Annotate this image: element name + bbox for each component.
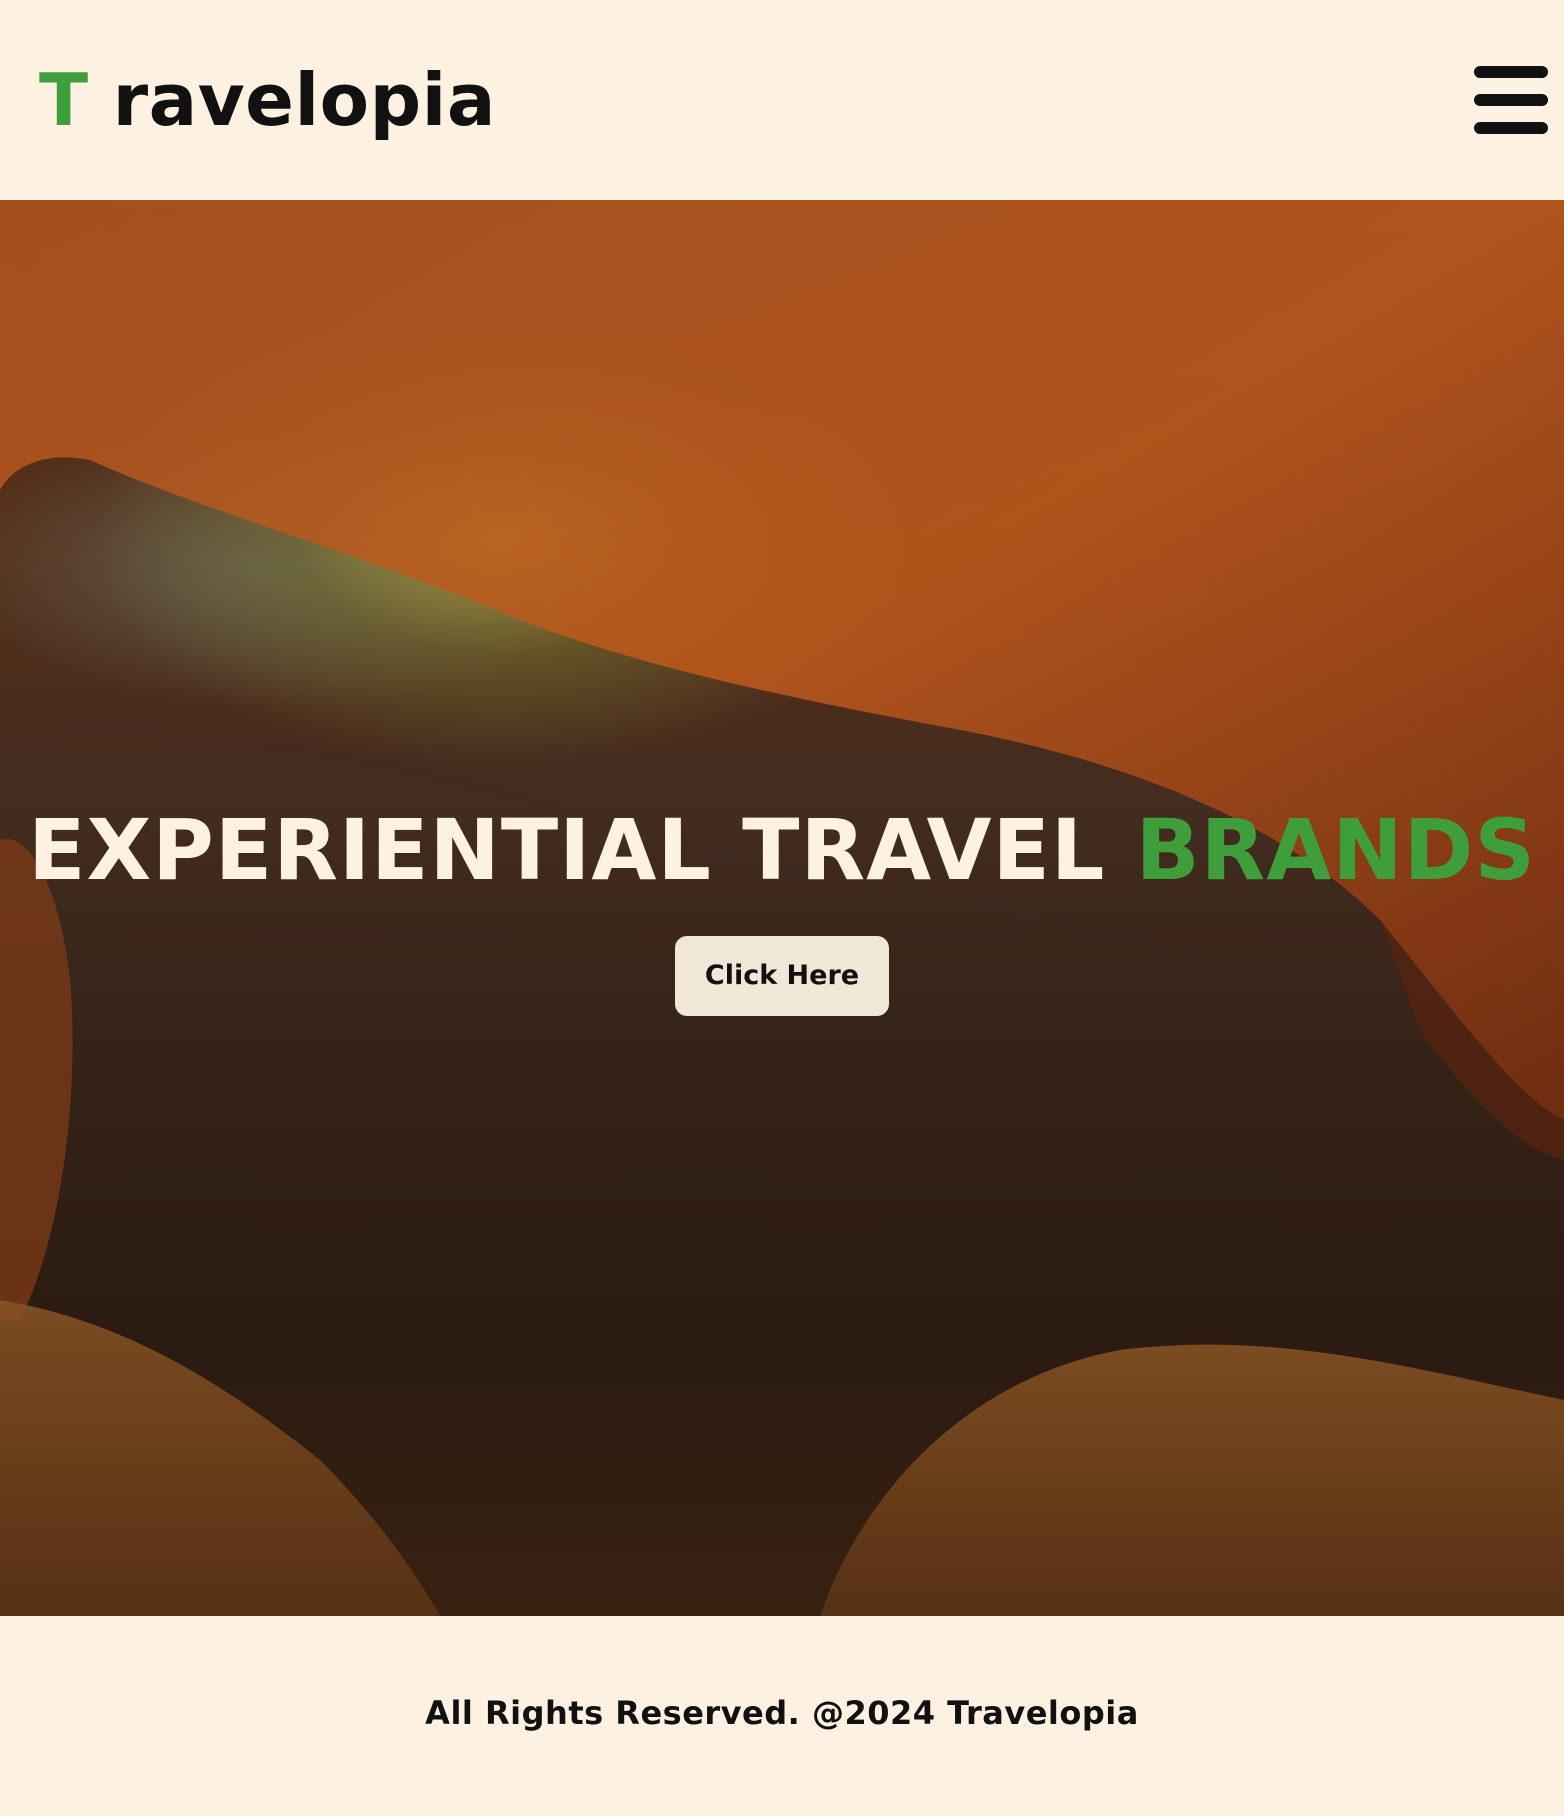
menu-bar-bottom	[1474, 122, 1548, 134]
site-footer: All Rights Reserved. @2024 Travelopia	[0, 1616, 1564, 1816]
hero-title: EXPERIENTIAL TRAVEL BRANDS	[0, 800, 1564, 900]
site-header: Travelopia	[0, 0, 1564, 200]
hero-title-main: EXPERIENTIAL TRAVEL	[28, 801, 1106, 899]
logo-text: ravelopia	[112, 58, 496, 142]
hero-content: EXPERIENTIAL TRAVEL BRANDS Click Here	[0, 800, 1564, 1016]
footer-copyright: All Rights Reserved. @2024 Travelopia	[425, 1694, 1139, 1732]
hero-section: EXPERIENTIAL TRAVEL BRANDS Click Here	[0, 200, 1564, 1616]
menu-bar-top	[1474, 66, 1548, 78]
click-here-button[interactable]: Click Here	[674, 936, 890, 1016]
site-logo[interactable]: Travelopia	[39, 58, 496, 142]
hamburger-menu-icon[interactable]	[1474, 66, 1548, 134]
hero-title-accent: BRANDS	[1135, 801, 1536, 899]
logo-initial: T	[39, 58, 89, 142]
menu-bar-middle	[1474, 94, 1548, 106]
